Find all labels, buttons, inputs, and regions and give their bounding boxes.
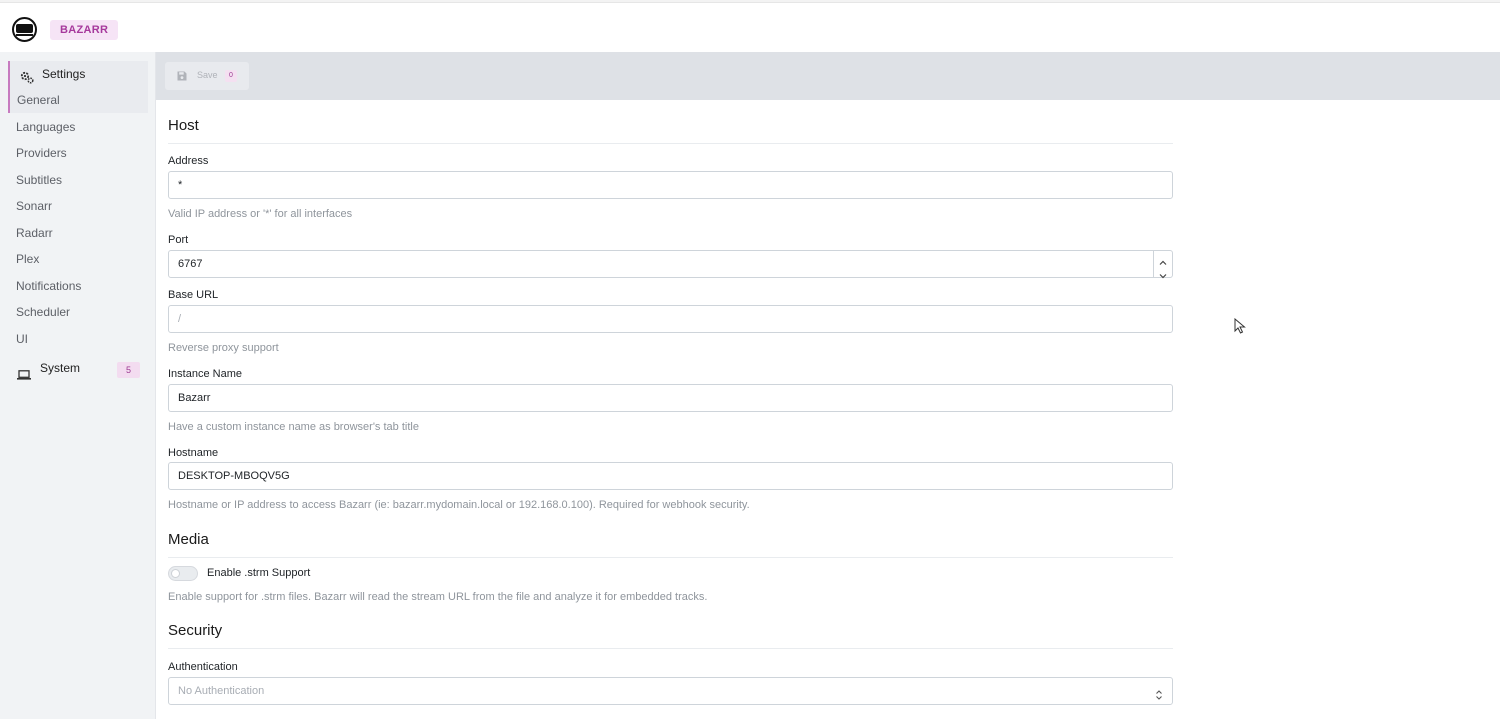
strm-support-toggle[interactable] <box>168 566 198 581</box>
address-label: Address <box>168 155 209 167</box>
sidebar-item-plex[interactable]: Plex <box>0 246 148 272</box>
select-arrows-icon <box>1155 685 1163 711</box>
hostname-hint: Hostname or IP address to access Bazarr … <box>168 499 750 511</box>
authentication-select[interactable]: No Authentication <box>168 677 1173 705</box>
chevron-down-icon[interactable] <box>1158 265 1168 279</box>
address-input[interactable]: * <box>168 171 1173 199</box>
hostname-label: Hostname <box>168 447 219 459</box>
floppy-disk-icon <box>177 71 187 83</box>
instance-name-input[interactable]: Bazarr <box>168 384 1173 412</box>
base-url-hint: Reverse proxy support <box>168 342 279 354</box>
sidebar-item-settings-label: Settings <box>42 67 86 81</box>
port-input[interactable]: 6767 <box>168 250 1173 279</box>
toggle-knob <box>171 569 180 578</box>
laptop-icon <box>17 363 31 389</box>
sidebar-item-notifications[interactable]: Notifications <box>0 273 148 299</box>
port-label: Port <box>168 234 189 246</box>
sidebar-item-ui[interactable]: UI <box>0 326 148 352</box>
sidebar-item-radarr[interactable]: Radarr <box>0 220 148 246</box>
address-hint: Valid IP address or '*' for all interfac… <box>168 208 353 220</box>
app-header: BAZARR <box>0 3 1500 52</box>
mouse-cursor-icon <box>1234 317 1246 337</box>
logo-icon[interactable] <box>12 17 37 42</box>
port-stepper[interactable] <box>1153 251 1172 279</box>
section-divider <box>168 557 1173 558</box>
sidebar-item-settings[interactable]: Settings <box>8 61 148 87</box>
sidebar-item-providers[interactable]: Providers <box>0 140 148 166</box>
sidebar-item-scheduler[interactable]: Scheduler <box>0 299 148 325</box>
toolbar: Save 0 <box>156 52 1500 100</box>
sidebar-item-system[interactable]: System 5 <box>0 355 148 381</box>
system-count-badge: 5 <box>117 362 140 378</box>
sidebar-item-languages[interactable]: Languages <box>0 114 148 140</box>
port-value: 6767 <box>178 258 203 270</box>
section-divider <box>168 143 1173 144</box>
authentication-label: Authentication <box>168 661 238 673</box>
base-url-input[interactable]: / <box>168 305 1173 333</box>
hostname-input[interactable]: DESKTOP-MBOQV5G <box>168 462 1173 490</box>
sidebar: Settings General Languages Providers Sub… <box>0 52 156 719</box>
section-title-media: Media <box>168 531 209 548</box>
base-url-label: Base URL <box>168 289 219 301</box>
strm-support-hint: Enable support for .strm files. Bazarr w… <box>168 591 708 603</box>
strm-support-label: Enable .strm Support <box>207 567 311 579</box>
authentication-value: No Authentication <box>178 685 265 697</box>
instance-name-hint: Have a custom instance name as browser's… <box>168 421 419 433</box>
section-title-host: Host <box>168 117 199 134</box>
save-count-badge: 0 <box>225 70 237 82</box>
instance-name-label: Instance Name <box>168 368 242 380</box>
sidebar-item-system-label: System <box>40 361 81 375</box>
chevron-up-icon[interactable] <box>1158 252 1168 265</box>
sidebar-item-sonarr[interactable]: Sonarr <box>0 193 148 219</box>
sidebar-item-subtitles[interactable]: Subtitles <box>0 167 148 193</box>
sidebar-item-general[interactable]: General <box>8 87 148 113</box>
section-divider <box>168 648 1173 649</box>
save-button-label: Save <box>197 70 218 80</box>
save-button[interactable]: Save 0 <box>165 62 249 90</box>
brand-badge: BAZARR <box>50 20 119 40</box>
section-title-security: Security <box>168 622 223 639</box>
